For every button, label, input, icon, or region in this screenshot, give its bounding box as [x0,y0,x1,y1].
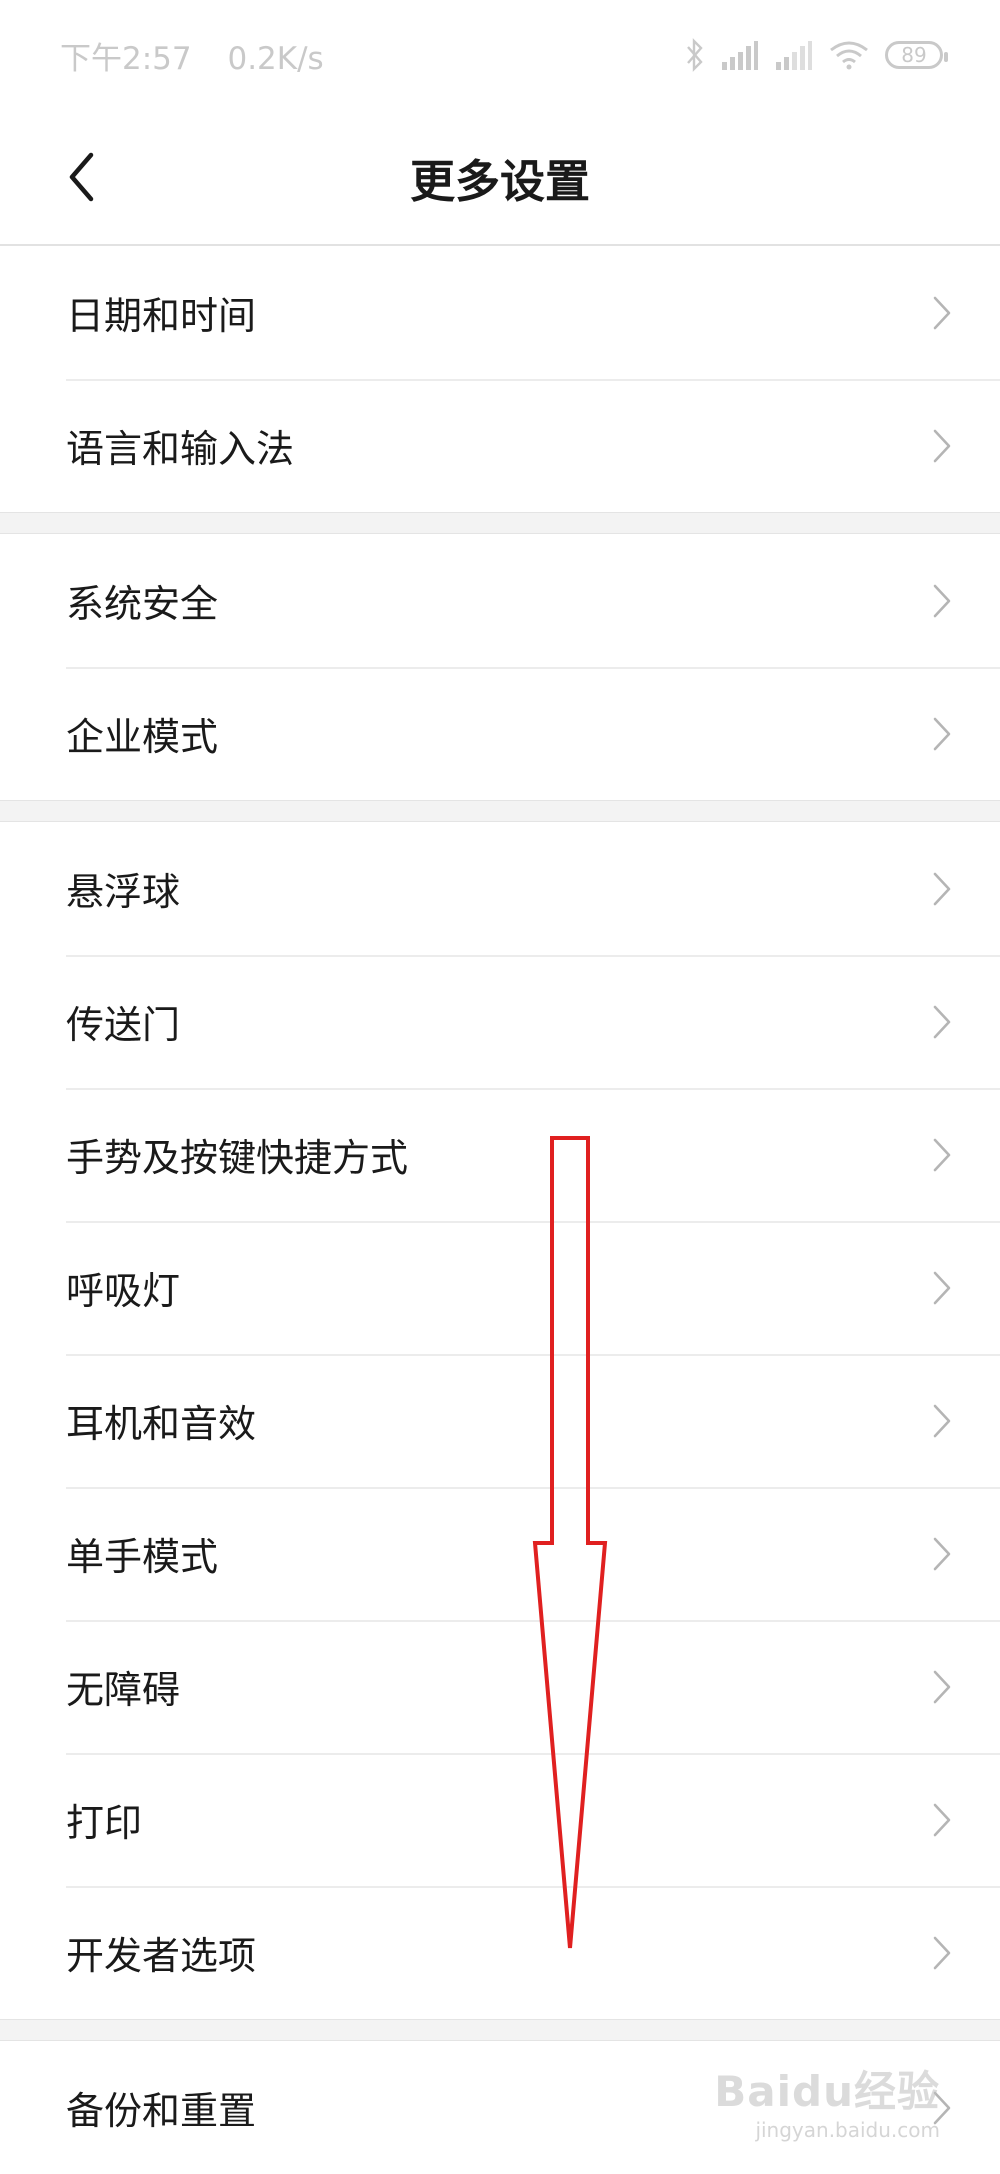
battery-icon: 89 [885,41,948,69]
settings-item-label: 呼吸灯 [66,1269,181,1313]
chevron-right-icon [933,1005,951,1038]
status-time: 下午2:57 [60,40,192,77]
settings-item[interactable]: 无障碍 [0,1620,1000,1753]
settings-item[interactable]: 单手模式 [0,1487,1000,1620]
wifi-icon [830,41,868,70]
settings-item[interactable]: 呼吸灯 [0,1221,1000,1354]
settings-group: 悬浮球传送门手势及按键快捷方式 呼吸灯耳机和音效单手模式无障碍打印开发者选项 [0,822,1000,2019]
settings-item-label: 语言和输入法 [66,427,295,471]
settings-item-label: 日期和时间 [66,294,257,338]
settings-item[interactable]: 系统安全 [0,534,1000,667]
battery-level: 89 [901,43,927,67]
settings-item-label: 企业模式 [66,715,219,759]
chevron-right-icon [933,717,951,750]
settings-item[interactable]: 开发者选项 [0,1886,1000,2019]
settings-item-label: 悬浮球 [66,870,181,914]
settings-item[interactable]: 语言和输入法 [0,379,1000,512]
watermark-url: jingyan.baidu.com [755,2118,940,2142]
settings-item-label: 传送门 [66,1003,181,1047]
group-divider [0,512,1000,534]
back-button[interactable] [58,147,118,207]
watermark-logo: Baidu经验 [714,2067,940,2116]
chevron-right-icon [933,296,951,329]
settings-group: 日期和时间语言和输入法 [0,246,1000,512]
status-bar: 下午2:57 0.2K/s 89 [0,0,1000,110]
chevron-right-icon [933,872,951,905]
chevron-right-icon [933,584,951,617]
chevron-right-icon [933,1936,951,1969]
status-right: 89 [685,38,948,72]
settings-item[interactable]: 企业模式 [0,667,1000,800]
network-speed: 0.2K/s [227,40,324,77]
page-title: 更多设置 [409,154,590,208]
chevron-left-icon [69,152,94,202]
chevron-right-icon [933,429,951,462]
settings-item[interactable]: 手势及按键快捷方式 [0,1088,1000,1221]
settings-item[interactable]: 耳机和音效 [0,1354,1000,1487]
chevron-right-icon [933,1670,951,1703]
signal-icon [776,41,812,70]
status-left: 下午2:57 0.2K/s [60,33,350,78]
settings-item-label: 手势及按键快捷方式 [66,1136,409,1180]
settings-item-label: 备份和重置 [66,2089,257,2133]
chevron-right-icon [933,1537,951,1570]
bluetooth-icon [687,38,703,72]
signal-icon [722,41,758,70]
settings-item[interactable]: 传送门 [0,955,1000,1088]
settings-group: 系统安全 企业模式 [0,534,1000,800]
group-divider [0,800,1000,822]
settings-item-label: 无障碍 [66,1668,181,1712]
header: 更多设置 [0,110,1000,246]
chevron-right-icon [933,1404,951,1437]
group-divider [0,2019,1000,2041]
settings-item-label: 打印 [66,1801,143,1845]
chevron-right-icon [933,1271,951,1304]
settings-item-label: 耳机和音效 [66,1402,257,1446]
settings-item-label: 系统安全 [66,582,219,626]
settings-list: 日期和时间语言和输入法 系统安全企业模式悬浮球传送门手势及按键快捷方式 呼吸灯耳机和… [0,246,1000,2174]
chevron-right-icon [933,1803,951,1836]
settings-item[interactable]: 打印 [0,1753,1000,1886]
chevron-right-icon [933,1138,951,1171]
settings-item-label: 单手模式 [66,1535,219,1579]
settings-item-label: 开发者选项 [66,1934,257,1978]
settings-item[interactable]: 日期和时间 [0,246,1000,379]
settings-item[interactable]: 悬浮球 [0,822,1000,955]
